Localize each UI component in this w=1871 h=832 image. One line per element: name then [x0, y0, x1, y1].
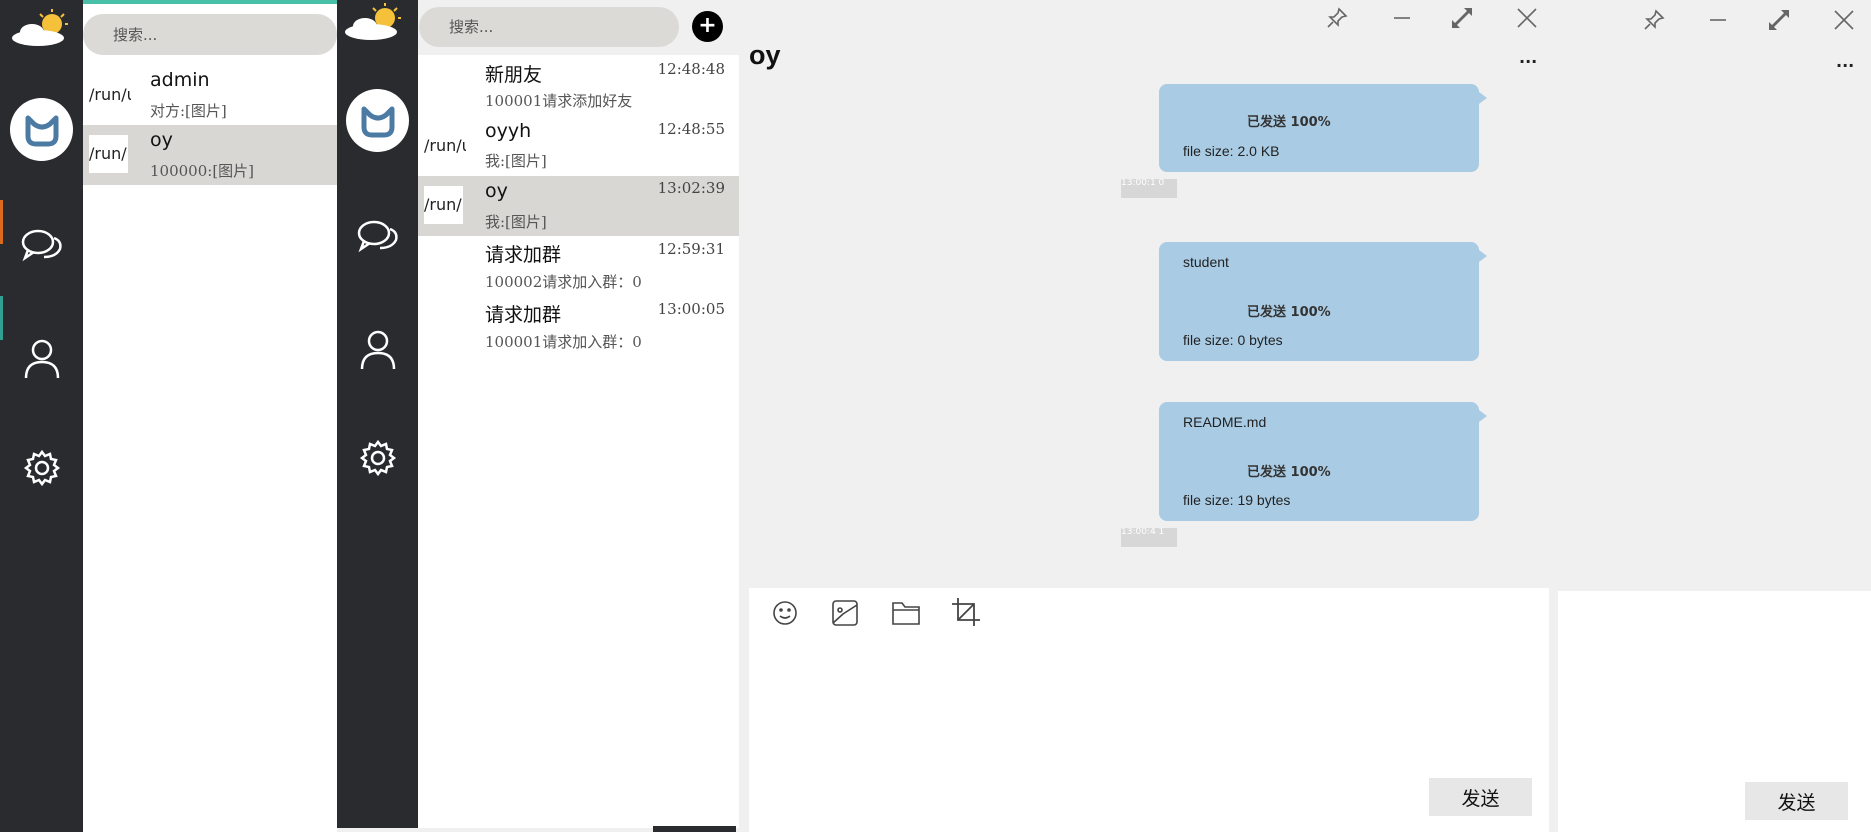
- contact-name: 请求加群: [485, 304, 562, 326]
- list-item[interactable]: 新朋友 100001请求添加好友 12:48:48: [418, 55, 739, 115]
- file-size: file size: 2.0 KB: [1183, 143, 1280, 159]
- list-item[interactable]: 请求加群 100001请求加入群：0 13:00:05: [418, 296, 739, 356]
- maximize-icon[interactable]: [1450, 6, 1474, 35]
- contact-name: oy: [485, 180, 508, 202]
- contact-name: 新朋友: [485, 64, 543, 86]
- avatar-thumb: /run/user: [89, 135, 128, 173]
- add-button[interactable]: +: [692, 11, 723, 42]
- timestamp: 13:02:39: [657, 179, 725, 197]
- send-button[interactable]: 发送: [1429, 778, 1532, 816]
- contact-name: oy: [150, 129, 173, 151]
- file-name: student: [1183, 254, 1229, 270]
- contact-name: admin: [150, 69, 210, 91]
- last-message: 对方:[图片]: [150, 102, 227, 120]
- file-message-bubble[interactable]: student 已发送 100% file size: 0 bytes: [1159, 242, 1487, 361]
- middle-chat-list: + 新朋友 100001请求添加好友 12:48:48 /run/user oy…: [418, 0, 739, 828]
- timestamp: 13:00:05: [657, 300, 725, 318]
- middle-sidebar: [337, 0, 418, 828]
- file-message-bubble[interactable]: README.md 已发送 100% file size: 19 bytes: [1159, 402, 1487, 521]
- image-icon[interactable]: [831, 599, 859, 631]
- emoji-icon[interactable]: [771, 599, 799, 631]
- user-avatar[interactable]: [346, 89, 409, 152]
- gear-icon[interactable]: [356, 436, 400, 480]
- gear-icon[interactable]: [20, 446, 64, 490]
- send-button-right[interactable]: 发送: [1745, 782, 1848, 820]
- more-options-button[interactable]: ...: [1519, 48, 1537, 67]
- last-message: 我:[图片]: [485, 213, 547, 231]
- chat-title: oy: [749, 40, 781, 70]
- search-input[interactable]: [83, 14, 337, 55]
- edge-accent: [0, 200, 3, 244]
- message-timestamp: 13:00:1 0: [1121, 179, 1177, 198]
- person-icon[interactable]: [20, 336, 64, 380]
- pin-icon[interactable]: [1325, 6, 1349, 35]
- weather-icon: [8, 8, 74, 48]
- folder-icon[interactable]: [891, 599, 921, 631]
- send-status: 已发送 100%: [1247, 115, 1331, 130]
- more-options-button-right[interactable]: ...: [1836, 52, 1854, 71]
- timestamp: 12:59:31: [657, 240, 725, 258]
- search-input[interactable]: [419, 7, 679, 47]
- weather-icon: [341, 2, 407, 42]
- user-avatar[interactable]: [10, 98, 73, 161]
- minimize-icon[interactable]: [1390, 6, 1414, 35]
- crop-icon[interactable]: [951, 597, 981, 631]
- file-size: file size: 19 bytes: [1183, 492, 1291, 508]
- file-name: README.md: [1183, 414, 1267, 430]
- send-status: 已发送 100%: [1247, 305, 1331, 320]
- left-sidebar: [0, 0, 83, 832]
- send-status: 已发送 100%: [1247, 465, 1331, 480]
- edge-accent: [0, 296, 3, 340]
- close-icon[interactable]: [1515, 6, 1539, 35]
- close-icon[interactable]: [1832, 8, 1856, 37]
- list-item[interactable]: 请求加群 100002请求加入群：0 12:59:31: [418, 236, 739, 296]
- avatar-thumb: /run/user: [424, 136, 466, 155]
- person-icon[interactable]: [356, 327, 400, 371]
- message-timestamp: 13:00:4 1: [1121, 528, 1177, 547]
- contact-name: 请求加群: [485, 244, 562, 266]
- top-accent-bar: [83, 0, 337, 4]
- list-item[interactable]: /run/user oyyh 我:[图片] 12:48:55: [418, 116, 739, 176]
- left-chat-list: /run/user admin 对方:[图片] /run/user oy 100…: [83, 0, 337, 832]
- avatar-thumb: /run/user: [424, 186, 463, 224]
- last-message: 100002请求加入群：0: [485, 273, 642, 291]
- last-message: 我:[图片]: [485, 152, 547, 170]
- file-size: file size: 0 bytes: [1183, 332, 1283, 348]
- chat-bubbles-icon[interactable]: [356, 216, 400, 260]
- timestamp: 12:48:55: [657, 120, 725, 138]
- last-message: 100000:[图片]: [150, 162, 255, 180]
- list-item-selected[interactable]: /run/user oy 100000:[图片]: [83, 125, 337, 185]
- contact-name: oyyh: [485, 120, 532, 142]
- last-message: 100001请求添加好友: [485, 92, 633, 110]
- chat-bubbles-icon[interactable]: [20, 225, 64, 269]
- list-item[interactable]: /run/user admin 对方:[图片]: [83, 65, 337, 125]
- minimize-icon[interactable]: [1706, 8, 1730, 37]
- avatar-thumb: /run/user: [89, 85, 131, 104]
- list-item-selected[interactable]: /run/user oy 我:[图片] 13:02:39: [418, 176, 739, 236]
- maximize-icon[interactable]: [1767, 8, 1791, 37]
- bottom-divider: [653, 826, 736, 832]
- file-message-bubble[interactable]: 已发送 100% file size: 2.0 KB: [1159, 84, 1487, 172]
- pin-icon[interactable]: [1642, 8, 1666, 37]
- timestamp: 12:48:48: [657, 60, 725, 78]
- last-message: 100001请求加入群：0: [485, 333, 642, 351]
